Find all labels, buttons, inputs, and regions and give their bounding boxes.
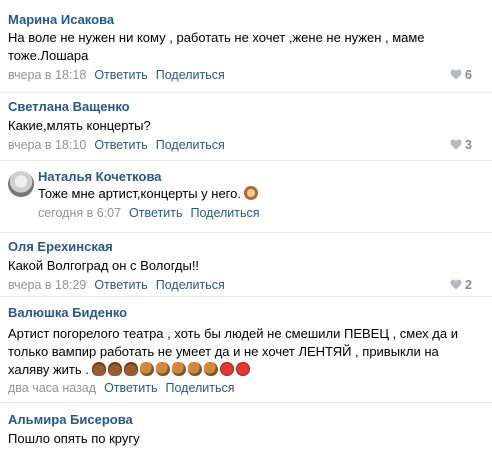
comment-item: Альмира Бисерова Пошло опять по кругу xyxy=(0,402,492,456)
like-count: 2 xyxy=(465,278,472,292)
reply-button[interactable]: Ответить xyxy=(129,206,182,220)
share-button[interactable]: Поделиться xyxy=(156,138,225,152)
comment-text: Тоже мне артист,концерты у него. xyxy=(38,185,260,203)
comment-time[interactable]: вчера в 18:29 xyxy=(8,278,86,292)
comment-text-line: халяву жить . xyxy=(8,361,478,379)
heart-icon xyxy=(450,69,462,80)
reply-button[interactable]: Ответить xyxy=(104,381,157,395)
comment-text-content: Тоже мне артист,концерты у него. xyxy=(38,186,241,201)
comment-item: Валюшка Биденко Артист погорелого театра… xyxy=(0,296,492,402)
comment-item: Светлана Ващенко Какие,млять концерты? в… xyxy=(0,92,492,160)
like-button[interactable]: 3 xyxy=(450,138,472,152)
share-button[interactable]: Поделиться xyxy=(190,206,259,220)
share-button[interactable]: Поделиться xyxy=(156,278,225,292)
like-count: 3 xyxy=(465,138,472,152)
comment-item: Оля Ерехинская Какой Волгоград он с Воло… xyxy=(0,232,492,296)
poop-icon xyxy=(124,362,139,376)
comment-text: Какие,млять концерты? xyxy=(8,118,151,133)
devil-icon xyxy=(220,362,235,376)
comment-meta: вчера в 18:29 Ответить Поделиться xyxy=(8,278,225,292)
like-button[interactable]: 6 xyxy=(450,68,472,82)
comment-text-line: только вампир работать не умеет да и не … xyxy=(8,344,439,359)
comment-author[interactable]: Оля Ерехинская xyxy=(8,239,113,254)
devil-icon xyxy=(236,362,251,376)
reply-button[interactable]: Ответить xyxy=(94,138,147,152)
comment-text: Артист погорелого театра , хоть бы людей… xyxy=(8,325,478,379)
horse-icon xyxy=(188,362,203,376)
reply-button[interactable]: Ответить xyxy=(94,278,147,292)
horse-icon xyxy=(204,362,219,376)
poop-icon xyxy=(108,362,123,376)
like-count: 6 xyxy=(465,68,472,82)
heart-icon xyxy=(450,139,462,150)
comment-time[interactable]: вчера в 18:18 xyxy=(8,68,86,82)
comment-item: Марина Исакова На воле не нужен ни кому … xyxy=(0,0,492,92)
comment-meta: сегодня в 6:07 Ответить Поделиться xyxy=(38,206,260,220)
comment-text: Пошло опять по кругу xyxy=(8,431,140,446)
horse-icon xyxy=(156,362,171,376)
like-button[interactable]: 2 xyxy=(450,278,472,292)
comment-meta: вчера в 18:10 Ответить Поделиться xyxy=(8,138,225,152)
share-button[interactable]: Поделиться xyxy=(156,68,225,82)
comment-author[interactable]: Марина Исакова xyxy=(8,12,114,27)
comment-time[interactable]: сегодня в 6:07 xyxy=(38,206,121,220)
comment-author[interactable]: Наталья Кочеткова xyxy=(38,169,162,184)
horse-icon xyxy=(140,362,155,376)
comment-author[interactable]: Альмира Бисерова xyxy=(8,412,133,427)
heart-icon xyxy=(450,279,462,290)
comment-text: На воле не нужен ни кому , работать не х… xyxy=(8,30,425,63)
comment-author[interactable]: Светлана Ващенко xyxy=(8,99,130,114)
comment-meta: два часа назад Ответить Поделиться xyxy=(8,381,235,395)
share-button[interactable]: Поделиться xyxy=(166,381,235,395)
comment-text: Какой Волгоград он с Вологды!! xyxy=(8,258,200,273)
comment-meta: вчера в 18:18 Ответить Поделиться xyxy=(8,68,225,82)
poop-icon xyxy=(92,362,107,376)
horse-icon xyxy=(172,362,187,376)
comment-item: Наталья Кочеткова Тоже мне артист,концер… xyxy=(0,160,492,232)
comment-text-content: халяву жить . xyxy=(8,362,89,377)
avatar[interactable] xyxy=(8,171,34,197)
see-no-evil-monkey-icon xyxy=(243,186,258,200)
comment-time[interactable]: вчера в 18:10 xyxy=(8,138,86,152)
reply-button[interactable]: Ответить xyxy=(94,68,147,82)
comment-time[interactable]: два часа назад xyxy=(8,381,96,395)
comment-text-line: Артист погорелого театра , хоть бы людей… xyxy=(8,326,458,341)
comment-author[interactable]: Валюшка Биденко xyxy=(8,305,127,320)
